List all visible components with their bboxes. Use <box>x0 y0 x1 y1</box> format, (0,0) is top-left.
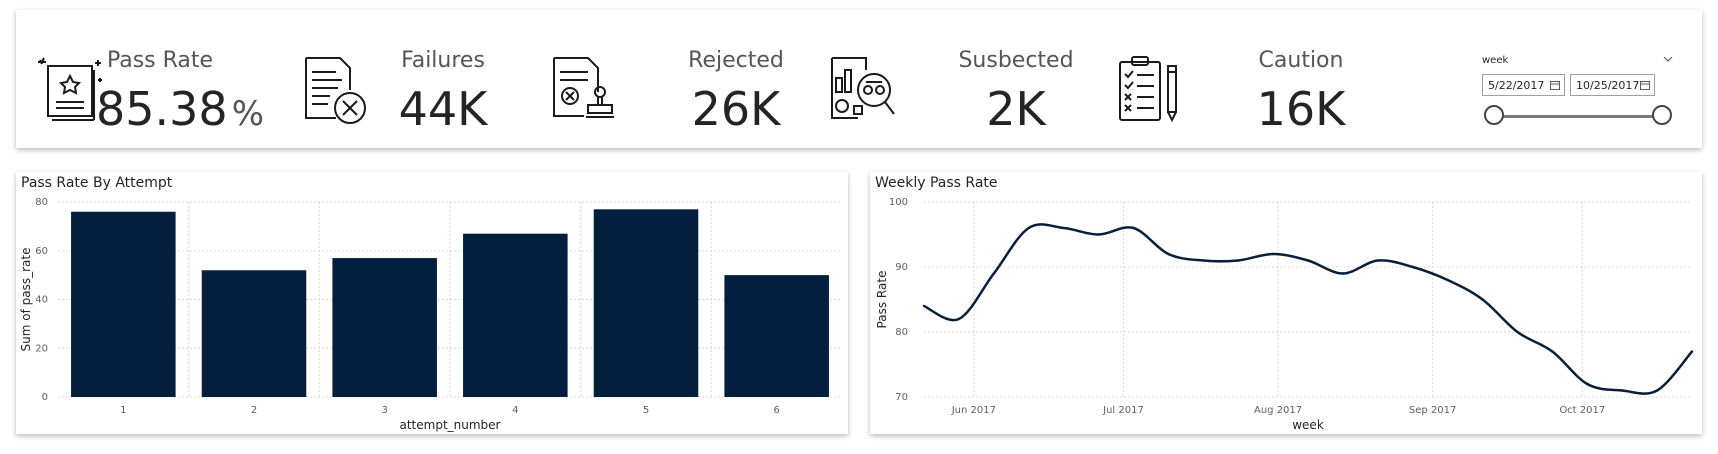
end-date-input[interactable]: 10/25/2017 <box>1570 74 1655 96</box>
x-axis-label: attempt_number <box>400 418 501 432</box>
data-point <box>1306 259 1310 262</box>
slicer-label: week <box>1482 55 1509 66</box>
kpi-card: Pass Rate 85.38% Failures 44K Rejected 2… <box>16 10 1702 148</box>
x-tick-label: 4 <box>512 405 518 416</box>
data-point <box>1167 252 1170 256</box>
checklist-icon <box>1119 56 1177 123</box>
bar <box>463 233 568 397</box>
data-point <box>1411 265 1414 269</box>
data-point <box>1376 259 1380 262</box>
rejected-title: Rejected <box>688 48 784 73</box>
data-point <box>957 317 961 321</box>
data-point <box>1516 330 1519 334</box>
data-point <box>1132 226 1135 230</box>
slider-end-handle[interactable] <box>1652 105 1672 125</box>
y-tick-label: 0 <box>42 392 48 403</box>
end-date-text: 10/25/2017 <box>1576 79 1640 92</box>
data-point <box>1446 278 1449 282</box>
x-tick-label: Jun 2017 <box>951 405 996 416</box>
suspected-title: Susbected <box>958 48 1074 73</box>
bar <box>71 211 176 397</box>
pass-rate-number: 85.38 <box>95 82 228 136</box>
y-axis-label: Sum of pass_rate <box>19 248 33 352</box>
bar <box>593 209 699 397</box>
data-point <box>922 304 926 308</box>
stamped-document-icon <box>553 57 614 118</box>
report-inspect-icon <box>831 57 895 119</box>
data-point <box>1202 259 1205 262</box>
pass-rate-title: Pass Rate <box>106 48 214 73</box>
data-point <box>1586 382 1589 386</box>
y-tick-label: 60 <box>35 246 48 257</box>
data-point <box>1271 252 1275 256</box>
failures-value: 44K <box>398 82 488 136</box>
data-point <box>1690 350 1694 353</box>
x-tick-label: 2 <box>251 405 257 416</box>
line-chart: 70 80 90 100 Jun 2017 Jul 2017 Aug 2017 Sep 201… <box>875 197 1694 432</box>
calendar-icon[interactable] <box>1640 80 1650 90</box>
y-tick-label: 80 <box>895 327 908 338</box>
x-tick-label: 3 <box>381 405 387 416</box>
x-tick-label: 5 <box>643 405 649 416</box>
data-point <box>1481 298 1484 301</box>
data-point <box>1620 389 1624 392</box>
x-tick-label: Sep 2017 <box>1409 405 1456 416</box>
calendar-icon[interactable] <box>1550 80 1560 90</box>
y-tick-label: 20 <box>35 343 48 354</box>
start-date-input[interactable]: 5/22/2017 <box>1482 74 1565 96</box>
y-tick-label: 100 <box>889 197 908 208</box>
y-tick-label: 40 <box>35 295 48 306</box>
y-tick-label: 80 <box>35 197 48 208</box>
data-point <box>1062 226 1065 230</box>
document-x-icon <box>305 57 366 124</box>
data-point <box>1097 233 1100 236</box>
y-tick-label: 70 <box>895 392 908 403</box>
bar <box>201 270 307 397</box>
bar <box>332 258 437 397</box>
percent-unit: % <box>231 94 264 134</box>
x-tick-label: Aug 2017 <box>1254 405 1302 416</box>
date-range-slider-track[interactable] <box>1494 115 1662 118</box>
bar-chart-card: Pass Rate By Attempt 0 20 40 60 80 1 2 3 4 5 6 atte… <box>16 172 848 434</box>
chevron-down-icon[interactable] <box>1662 54 1674 64</box>
data-point <box>1236 259 1240 262</box>
x-tick-label: Jul 2017 <box>1102 405 1144 416</box>
rejected-value: 26K <box>691 82 781 136</box>
suspected-value: 2K <box>986 82 1046 136</box>
caution-value: 16K <box>1256 82 1346 136</box>
data-point <box>1655 389 1659 392</box>
x-tick-label: Oct 2017 <box>1559 405 1605 416</box>
x-axis-label: week <box>1292 418 1324 432</box>
bar <box>724 275 829 397</box>
x-tick-label: 6 <box>773 405 779 416</box>
failures-title: Failures <box>401 48 485 73</box>
pass-rate-value: 85.38% <box>90 82 270 136</box>
data-point <box>1551 350 1554 353</box>
y-tick-label: 90 <box>895 262 908 273</box>
data-point <box>992 272 996 275</box>
data-point <box>1027 226 1030 230</box>
data-point <box>1341 272 1345 275</box>
bar-chart: 0 20 40 60 80 1 2 3 4 5 6 attempt_number Sum of pass… <box>19 197 842 432</box>
line-chart-card: Weekly Pass Rate 70 80 90 100 Jun 2017 Jul 20… <box>870 172 1702 434</box>
start-date-text: 5/22/2017 <box>1488 79 1545 92</box>
caution-title: Caution <box>1258 48 1344 73</box>
x-tick-label: 1 <box>120 405 126 416</box>
series-line <box>923 223 1693 395</box>
y-axis-label: Pass Rate <box>875 271 889 329</box>
slider-start-handle[interactable] <box>1484 105 1504 125</box>
